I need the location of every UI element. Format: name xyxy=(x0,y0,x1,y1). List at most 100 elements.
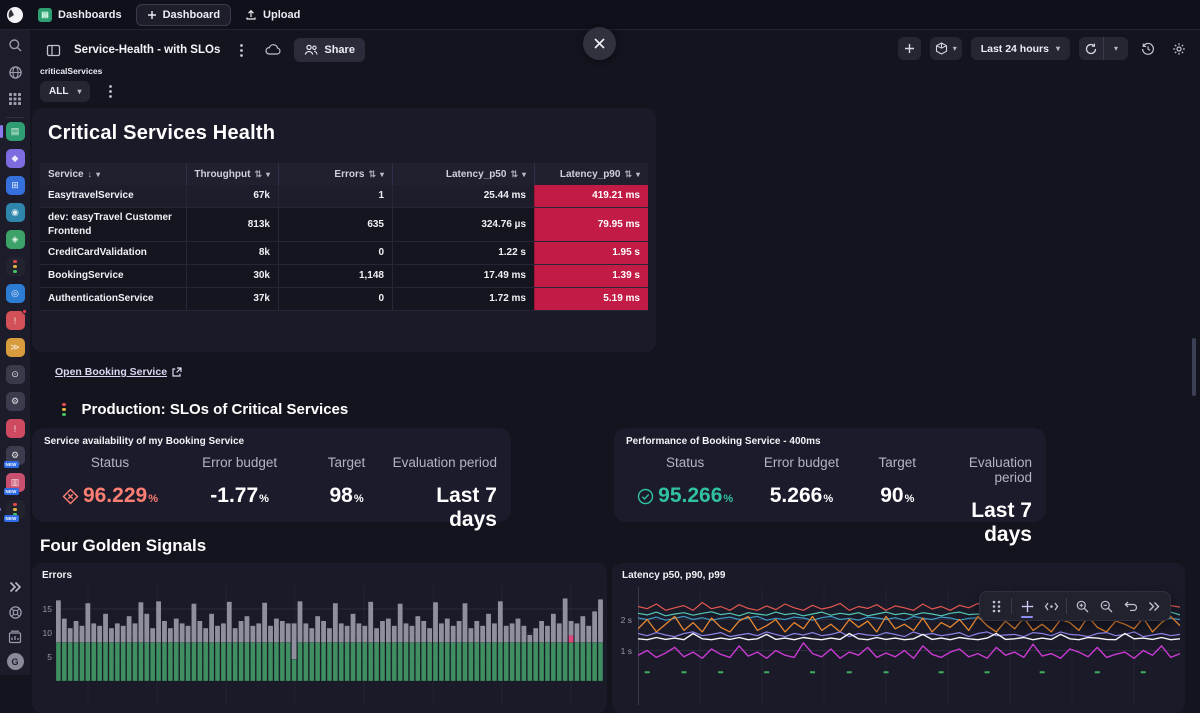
table-row[interactable]: dev: easyTravel Customer Frontend813k635… xyxy=(40,208,648,242)
slo-errorbudget-unit: % xyxy=(823,493,833,505)
user-avatar[interactable]: G xyxy=(7,653,24,670)
history-icon xyxy=(1141,42,1155,56)
column-menu-chevron-icon[interactable]: ▾ xyxy=(96,170,100,179)
cell-service: dev: easyTravel Customer Frontend xyxy=(40,208,186,241)
upload-button[interactable]: Upload xyxy=(245,9,300,21)
app-settings-new[interactable]: ⚙NEW xyxy=(6,446,25,465)
cell-errors: 0 xyxy=(278,242,392,264)
sort-icon[interactable]: ⇅ xyxy=(254,169,262,180)
app-slo-new[interactable]: NEW xyxy=(6,500,25,519)
close-button[interactable] xyxy=(583,27,616,60)
errors-chart-tile[interactable]: Errors 15105 xyxy=(32,563,607,713)
settings-button[interactable] xyxy=(1168,38,1190,60)
new-dashboard-button[interactable]: Dashboard xyxy=(136,4,231,26)
app-alerts[interactable]: ! xyxy=(6,419,25,438)
app-dashboards[interactable]: ▤ xyxy=(6,122,25,141)
explore-hub-icon[interactable] xyxy=(6,63,24,81)
slo-target-header: Target xyxy=(859,455,937,470)
open-booking-service-link[interactable]: Open Booking Service xyxy=(55,366,182,378)
errors-chart-svg[interactable] xyxy=(56,585,604,705)
column-menu-chevron-icon[interactable]: ▾ xyxy=(636,170,640,179)
pan-horizontal-button[interactable] xyxy=(1039,593,1063,619)
app-launchpads[interactable]: ≫ xyxy=(6,338,25,357)
dynatrace-logo-icon[interactable] xyxy=(6,6,24,24)
column-header-latency_p90[interactable]: Latency_p90⇅▾ xyxy=(534,163,648,185)
app-site-reliability[interactable] xyxy=(6,257,25,276)
sidebar-app-list: ▤ ◆ ⊞ ◉ ◈ ◎! ≫ ⊙ ⚙! ⚙NEW ▥NEW NEW xyxy=(0,122,30,519)
apps-grid-icon[interactable] xyxy=(6,90,24,108)
share-button[interactable]: Share xyxy=(294,38,365,62)
column-header-latency_p50[interactable]: Latency_p50⇅▾ xyxy=(392,163,534,185)
gear-icon xyxy=(1172,42,1186,56)
slo-status-ok-icon xyxy=(637,488,654,505)
zoom-select-button[interactable] xyxy=(1015,593,1039,619)
app-services[interactable]: ◉ xyxy=(6,203,25,222)
y-axis-tick: 10 xyxy=(36,628,52,638)
cell-service: AuthenticationService xyxy=(40,288,186,310)
critical-services-filter-dropdown[interactable]: ALL ▾ xyxy=(40,81,90,102)
app-davis-copilot[interactable]: ⊙ xyxy=(6,365,25,384)
table-body: EasytravelService67k125.44 ms419.21 msde… xyxy=(40,185,648,311)
slo-card-availability[interactable]: Service availability of my Booking Servi… xyxy=(32,428,511,522)
upload-label: Upload xyxy=(263,9,300,21)
app-kubernetes[interactable]: ⊞ xyxy=(6,176,25,195)
sort-icon[interactable]: ↓ xyxy=(88,169,93,179)
help-lifebuoy-icon[interactable] xyxy=(6,603,24,621)
table-row[interactable]: CreditCardValidation8k01.22 s1.95 s xyxy=(40,242,648,265)
refresh-split-button: ▾ xyxy=(1079,37,1128,60)
latency-chart-tile[interactable]: Latency p50, p90, p99 2 s1 s xyxy=(612,563,1185,713)
link-label[interactable]: Open Booking Service xyxy=(55,366,167,378)
app-automations[interactable]: ⚙ xyxy=(6,392,25,411)
new-dashboard-label: Dashboard xyxy=(163,9,220,21)
column-header-errors[interactable]: Errors⇅▾ xyxy=(278,163,392,185)
app-synthetic[interactable]: ◎ xyxy=(6,284,25,303)
table-row[interactable]: BookingService30k1,14817.49 ms1.39 s xyxy=(40,265,648,288)
filter-value: ALL xyxy=(49,86,68,97)
refresh-button[interactable] xyxy=(1079,37,1103,60)
slo-target-value: 98 xyxy=(329,484,352,508)
app-bizevents-new[interactable]: ▥NEW xyxy=(6,473,25,492)
filter-kebab-icon[interactable] xyxy=(99,80,121,102)
sort-icon[interactable]: ⇅ xyxy=(624,169,632,180)
dynatrace-dashboard-app: { "topbar": { "dashboards_label": "Dashb… xyxy=(0,0,1200,675)
sync-status-cloud-icon[interactable] xyxy=(262,39,284,61)
zoom-out-button[interactable] xyxy=(1094,593,1118,619)
table-row[interactable]: EasytravelService67k125.44 ms419.21 ms xyxy=(40,185,648,208)
dashboard-menu-kebab-icon[interactable] xyxy=(230,39,252,61)
drag-handle-icon[interactable] xyxy=(984,593,1008,619)
traffic-light-icon xyxy=(62,403,66,417)
search-icon[interactable] xyxy=(6,36,24,54)
column-menu-chevron-icon[interactable]: ▾ xyxy=(266,170,270,179)
column-menu-chevron-icon[interactable]: ▾ xyxy=(522,170,526,179)
dashboard-filters: criticalServices ALL ▾ xyxy=(40,66,121,102)
more-tools-button[interactable] xyxy=(1142,593,1166,619)
plus-icon xyxy=(904,43,915,54)
app-problems[interactable]: ! xyxy=(6,311,25,330)
time-range-selector[interactable]: Last 24 hours ▾ xyxy=(971,37,1070,60)
sort-icon[interactable]: ⇅ xyxy=(368,169,376,180)
expand-sidebar-icon[interactable] xyxy=(6,578,24,596)
monitoring-report-icon[interactable] xyxy=(6,628,24,646)
slo-evaluation-value: Last 7 days xyxy=(390,484,497,532)
column-header-service[interactable]: Service↓▾ xyxy=(40,163,186,185)
undo-zoom-button[interactable] xyxy=(1118,593,1142,619)
dashboard-document-icon xyxy=(42,39,64,61)
zoom-in-button[interactable] xyxy=(1070,593,1094,619)
column-header-throughput[interactable]: Throughput⇅▾ xyxy=(186,163,278,185)
cell-latency_p50: 17.49 ms xyxy=(392,265,534,287)
vertical-scrollbar-thumb[interactable] xyxy=(1192,338,1196,396)
history-button[interactable] xyxy=(1137,38,1159,60)
slo-card-performance[interactable]: Performance of Booking Service - 400ms S… xyxy=(614,428,1046,522)
table-row[interactable]: AuthenticationService37k01.72 ms5.19 ms xyxy=(40,288,648,311)
refresh-options-button[interactable]: ▾ xyxy=(1104,37,1128,60)
add-tile-button[interactable] xyxy=(898,37,921,60)
app-clouds[interactable]: ◆ xyxy=(6,149,25,168)
column-menu-chevron-icon[interactable]: ▾ xyxy=(380,170,384,179)
sort-icon[interactable]: ⇅ xyxy=(510,169,518,180)
app-infra-ops[interactable]: ◈ xyxy=(6,230,25,249)
slo-status-value: 96.229 xyxy=(83,484,147,508)
nav-dashboards[interactable]: ▤ Dashboards xyxy=(38,8,122,22)
app-sidebar: ▤ ◆ ⊞ ◉ ◈ ◎! ≫ ⊙ ⚙! ⚙NEW ▥NEW NEW G xyxy=(0,30,30,675)
environment-selector-button[interactable]: ▾ xyxy=(930,37,962,60)
cell-errors: 0 xyxy=(278,288,392,310)
